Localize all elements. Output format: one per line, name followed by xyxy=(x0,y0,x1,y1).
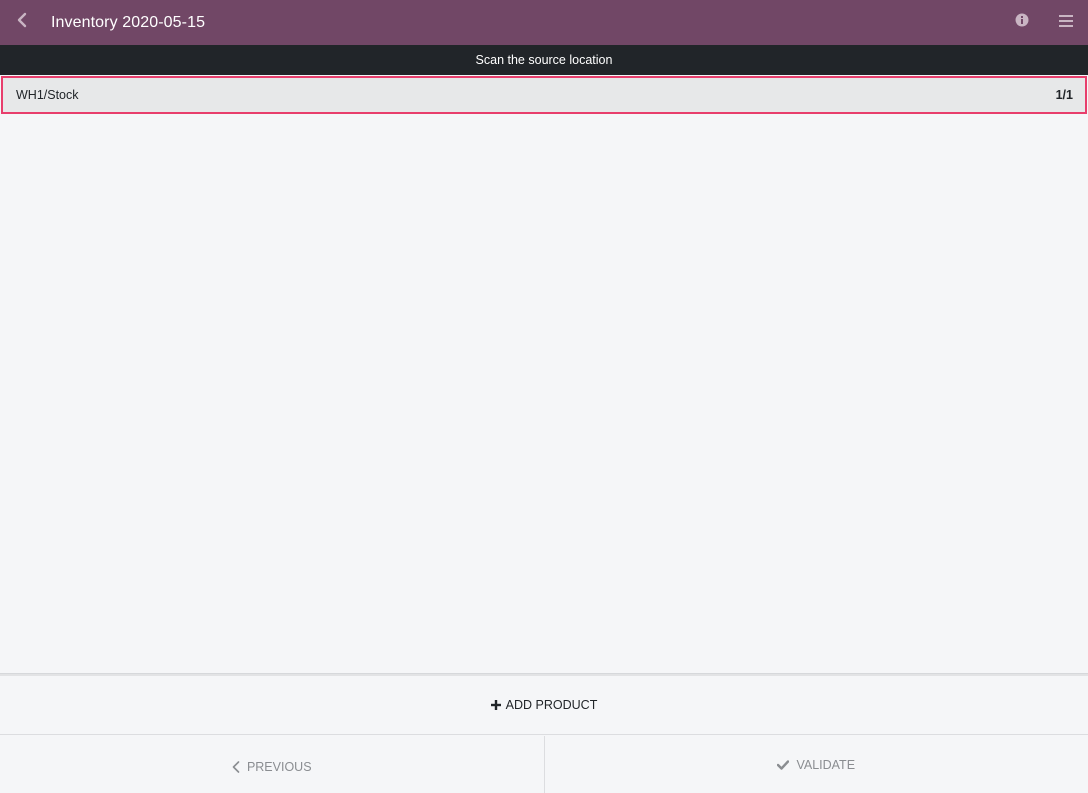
top-navbar: Inventory 2020-05-15 xyxy=(0,0,1088,45)
add-product-button[interactable]: ADD PRODUCT xyxy=(0,676,1088,735)
add-product-label: ADD PRODUCT xyxy=(505,698,598,712)
check-icon xyxy=(777,759,790,770)
validate-button[interactable]: VALIDATE xyxy=(544,736,1088,793)
scan-instruction-bar: Scan the source location xyxy=(0,45,1088,75)
location-count: 1/1 xyxy=(1055,88,1073,102)
back-button[interactable] xyxy=(0,0,44,45)
validate-label: VALIDATE xyxy=(796,757,856,772)
plus-icon xyxy=(490,698,501,713)
bottom-action-bar: PREVIOUS VALIDATE xyxy=(0,736,1088,793)
lines-area xyxy=(0,116,1088,674)
chevron-left-icon xyxy=(232,760,240,773)
previous-button[interactable]: PREVIOUS xyxy=(0,736,545,793)
chevron-left-icon xyxy=(16,12,28,33)
scan-message: Scan the source location xyxy=(475,53,613,67)
info-circle-icon xyxy=(1015,13,1029,32)
info-button[interactable] xyxy=(1000,0,1044,45)
page-title: Inventory 2020-05-15 xyxy=(51,13,206,31)
location-row-wh1-stock[interactable]: WH1/Stock 1/1 xyxy=(1,76,1087,114)
menu-button[interactable] xyxy=(1044,0,1088,45)
previous-label: PREVIOUS xyxy=(246,759,312,774)
hamburger-menu-icon xyxy=(1059,14,1073,32)
location-name: WH1/Stock xyxy=(16,88,79,102)
